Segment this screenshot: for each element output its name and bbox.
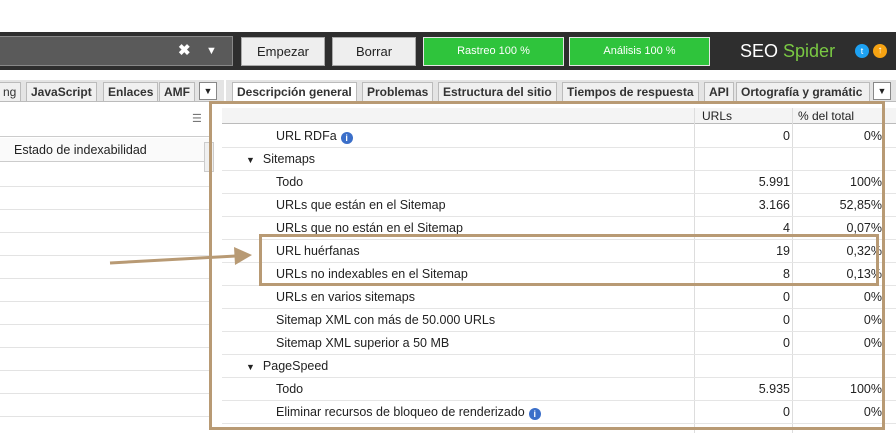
arrow-head xyxy=(234,247,252,265)
arrow-shaft xyxy=(109,254,237,265)
screenshot-root: ✖ ▼ Empezar Borrar Rastreo 100 % Análisi… xyxy=(0,0,896,433)
annotation-arrow xyxy=(109,247,252,265)
